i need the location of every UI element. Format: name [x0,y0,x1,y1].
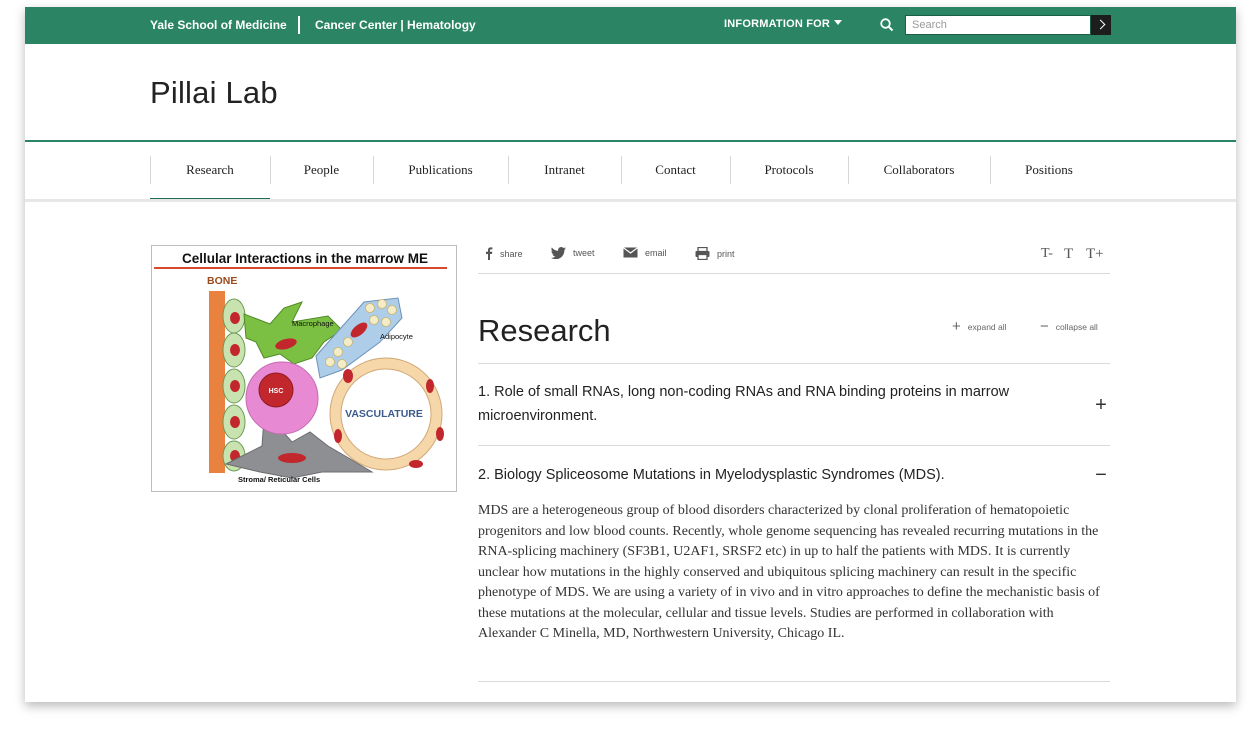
share-facebook-button[interactable]: share [485,247,523,260]
nav-item-protocols[interactable]: Protocols [730,156,848,184]
collapse-all-button[interactable]: − collapse all [1040,319,1098,334]
print-button[interactable]: print [695,247,735,260]
macrophage-label: Macrophage [292,319,334,328]
page-title: Research [478,313,611,348]
research-figure: Cellular Interactions in the marrow ME B… [151,245,457,492]
nav-bottom-rule [25,199,1236,202]
collapse-all-label: collapse all [1055,321,1098,332]
search-icon[interactable] [879,17,895,33]
share-label: share [500,248,523,259]
nav-item-research[interactable]: Research [150,156,270,184]
text-size-decrease-button[interactable]: T- [1041,246,1053,262]
share-twitter-button[interactable]: tweet [551,247,595,259]
nav-item-people[interactable]: People [270,156,373,184]
expand-all-label: expand all [967,321,1007,332]
minus-icon: − [1040,318,1049,335]
search-submit-button[interactable] [1091,15,1111,35]
expand-icon[interactable]: + [1091,395,1111,415]
information-for-menu[interactable]: INFORMATION FOR [724,18,843,30]
page-frame: Yale School of Medicine Cancer Center | … [25,7,1236,702]
share-bar: share tweet email print T- T T+ [478,244,1110,274]
facebook-icon [486,247,493,260]
vasculature-label: VASCULATURE [345,408,423,420]
hsc-label: HSC [269,388,284,395]
nav-item-contact[interactable]: Contact [621,156,730,184]
section-divider [478,363,1110,364]
header-divider [298,16,300,34]
nav-item-publications[interactable]: Publications [373,156,508,184]
accordion-title-1[interactable]: 1. Role of small RNAs, long non-coding R… [478,380,1038,428]
accordion-title-2[interactable]: 2. Biology Spliceosome Mutations in Myel… [478,463,1038,487]
information-for-label: INFORMATION FOR [724,18,831,30]
header-divider-line [25,140,1236,142]
email-label: email [645,247,667,258]
bone-label: BONE [207,275,237,287]
share-email-button[interactable]: email [623,247,667,258]
search-input[interactable] [905,15,1091,35]
section-divider [478,681,1110,682]
expand-all-button[interactable]: + expand all [952,319,1007,334]
brand-link[interactable]: Yale School of Medicine [150,18,287,32]
global-header: Yale School of Medicine Cancer Center | … [25,7,1236,44]
text-size-reset-button[interactable]: T [1064,246,1073,263]
site-title[interactable]: Pillai Lab [150,75,278,111]
print-label: print [717,248,735,259]
stroma-label: Stroma/ Reticular Cells [238,475,320,484]
nav-item-positions[interactable]: Positions [990,156,1108,184]
adipocyte-label: Adipocyte [380,332,413,341]
dept-link[interactable]: Cancer Center | Hematology [315,18,476,32]
printer-icon [695,247,710,260]
email-icon [623,247,638,258]
text-size-increase-button[interactable]: T+ [1086,246,1104,263]
accordion-body-2: MDS are a heterogeneous group of blood d… [478,503,1100,641]
collapse-icon[interactable]: − [1091,465,1111,485]
marrow-diagram: Cellular Interactions in the marrow ME B… [154,251,447,484]
plus-icon: + [952,318,961,335]
figure-title: Cellular Interactions in the marrow ME [182,251,428,266]
nav-item-collaborators[interactable]: Collaborators [848,156,990,184]
nav-item-intranet[interactable]: Intranet [508,156,621,184]
tweet-label: tweet [573,248,595,258]
section-divider [478,445,1110,446]
chevron-down-icon [834,20,843,25]
twitter-icon [551,247,566,259]
